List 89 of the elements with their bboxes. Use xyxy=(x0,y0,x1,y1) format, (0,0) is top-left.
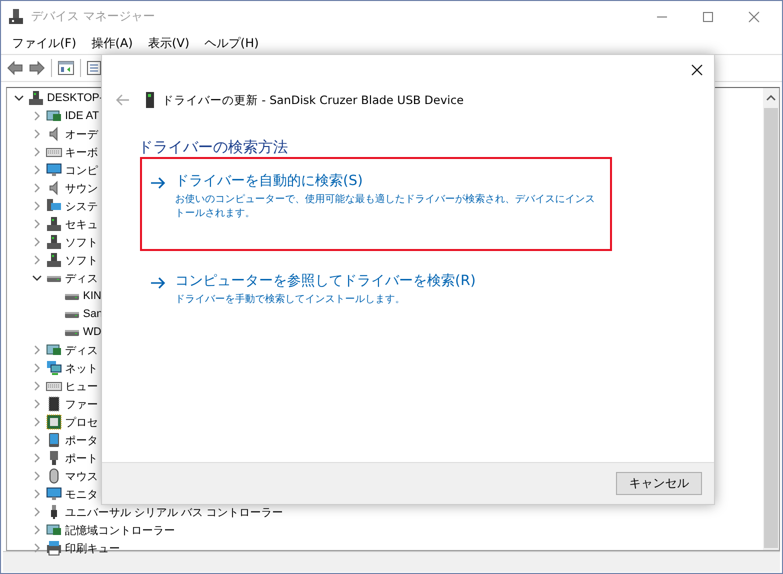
chevron-right-icon[interactable] xyxy=(32,255,42,265)
chip-icon xyxy=(46,396,62,412)
chevron-right-icon[interactable] xyxy=(32,345,42,355)
option-title: コンピューターを参照してドライバーを検索(R) xyxy=(175,272,476,290)
chevron-right-icon[interactable] xyxy=(32,381,42,391)
chevron-right-icon[interactable] xyxy=(32,399,42,409)
printer-icon xyxy=(46,540,62,556)
chevron-right-icon[interactable] xyxy=(32,183,42,193)
tree-item[interactable]: IDE AT xyxy=(65,110,100,122)
usb-drive-icon xyxy=(146,92,154,108)
tower-icon xyxy=(46,216,62,232)
option-description: ドライバーを手動で検索してインストールします。 xyxy=(175,293,406,306)
tree-item[interactable]: ソフト xyxy=(65,252,98,268)
menu-item[interactable]: 表示(V) xyxy=(148,34,190,52)
maximize-button[interactable] xyxy=(702,10,714,22)
dialog-heading: ドライバーの検索方法 xyxy=(138,138,289,157)
tree-item[interactable]: ソフト xyxy=(65,234,98,250)
chevron-right-icon[interactable] xyxy=(32,219,42,229)
tree-item[interactable]: KIN xyxy=(83,290,102,302)
back-arrow-icon[interactable] xyxy=(7,61,23,75)
tree-item[interactable]: サウン xyxy=(65,180,98,196)
scrollbar-thumb[interactable] xyxy=(764,108,778,548)
forward-arrow-icon[interactable] xyxy=(29,61,45,75)
tree-item[interactable]: ディス xyxy=(65,342,98,358)
card-icon xyxy=(46,522,62,538)
tower-icon xyxy=(28,90,44,106)
chevron-right-icon[interactable] xyxy=(32,201,42,211)
system-icon xyxy=(46,198,62,214)
chevron-right-icon[interactable] xyxy=(32,237,42,247)
menu-item[interactable]: ヘルプ(H) xyxy=(204,34,259,52)
tree-item[interactable]: オーデ xyxy=(65,126,98,142)
chevron-down-icon[interactable] xyxy=(32,273,42,283)
chevron-right-icon[interactable] xyxy=(32,525,42,535)
tree-item[interactable]: 記憶域コントローラー xyxy=(65,522,175,538)
tower-icon xyxy=(46,234,62,250)
chevron-right-icon[interactable] xyxy=(32,129,42,139)
tree-item[interactable]: ポータ xyxy=(65,432,98,448)
chevron-right-icon[interactable] xyxy=(32,543,42,553)
tree-item[interactable]: ファー xyxy=(65,396,98,412)
dialog-title: ドライバーの更新 - SanDisk Cruzer Blade USB Device xyxy=(162,92,464,108)
arrow-icon xyxy=(150,276,166,290)
scroll-up-icon[interactable] xyxy=(766,94,776,102)
tree-item[interactable]: モニタ xyxy=(65,486,98,502)
chevron-right-icon[interactable] xyxy=(32,471,42,481)
tower-icon xyxy=(46,252,62,268)
window-title: デバイス マネージャー xyxy=(31,8,155,25)
menu-item[interactable]: ファイル(F) xyxy=(12,34,76,52)
list-icon[interactable] xyxy=(87,61,101,75)
tree-item[interactable]: ヒュー xyxy=(65,378,98,394)
tree-item[interactable]: ポート xyxy=(65,450,98,466)
tablet-icon xyxy=(46,432,62,448)
card-icon xyxy=(46,342,62,358)
tree-item[interactable]: ディス xyxy=(65,270,98,286)
tree-item[interactable]: セキュ xyxy=(65,216,98,232)
tree-item[interactable]: ユニバーサル シリアル バス コントローラー xyxy=(65,504,284,520)
tree-item[interactable]: マウス xyxy=(65,468,98,484)
chevron-right-icon[interactable] xyxy=(32,435,42,445)
chevron-right-icon[interactable] xyxy=(32,147,42,157)
properties-icon[interactable] xyxy=(58,61,74,75)
tree-item[interactable]: プロセ xyxy=(65,414,98,430)
chevron-right-icon[interactable] xyxy=(32,489,42,499)
chevron-right-icon[interactable] xyxy=(32,165,42,175)
option-link[interactable]: ドライバーを自動的に検索(S) お使いのコンピューターで、使用可能な最も適したドライバーが検索され、デバイスにインストールされます。 xyxy=(140,157,612,251)
chevron-right-icon[interactable] xyxy=(32,453,42,463)
option-link[interactable]: コンピューターを参照してドライバーを検索(R) ドライバーを手動で検索してインストールします。 xyxy=(140,257,612,308)
close-icon[interactable] xyxy=(691,64,703,76)
tree-item[interactable]: コンピ xyxy=(65,162,98,178)
cancel-button[interactable]: キャンセル xyxy=(616,472,702,495)
menu-item[interactable]: 操作(A) xyxy=(91,34,133,52)
tree-item[interactable]: WD xyxy=(83,326,102,338)
chevron-right-icon[interactable] xyxy=(32,363,42,373)
tree-item[interactable]: システ xyxy=(65,198,98,214)
chevron-right-icon[interactable] xyxy=(32,417,42,427)
tree-item[interactable]: DESKTOP- xyxy=(47,92,104,104)
monitor-icon xyxy=(46,486,62,502)
monitor-icon xyxy=(46,162,62,178)
card-icon xyxy=(46,108,62,124)
chevron-right-icon[interactable] xyxy=(32,111,42,121)
arrow-icon xyxy=(150,176,166,190)
option-description: お使いのコンピューターで、使用可能な最も適したドライバーが検索され、デバイスにインストールされます。 xyxy=(175,193,596,220)
chevron-down-icon[interactable] xyxy=(14,93,24,103)
tree-item[interactable]: キーボ xyxy=(65,144,98,160)
network-icon xyxy=(46,360,62,376)
option-title: ドライバーを自動的に検索(S) xyxy=(175,172,364,190)
tree-item[interactable]: 印刷キュー xyxy=(65,540,120,556)
app-icon xyxy=(9,8,23,24)
tree-item[interactable]: ネット xyxy=(65,360,98,376)
cpu-icon xyxy=(46,414,62,430)
chevron-right-icon[interactable] xyxy=(32,507,42,517)
